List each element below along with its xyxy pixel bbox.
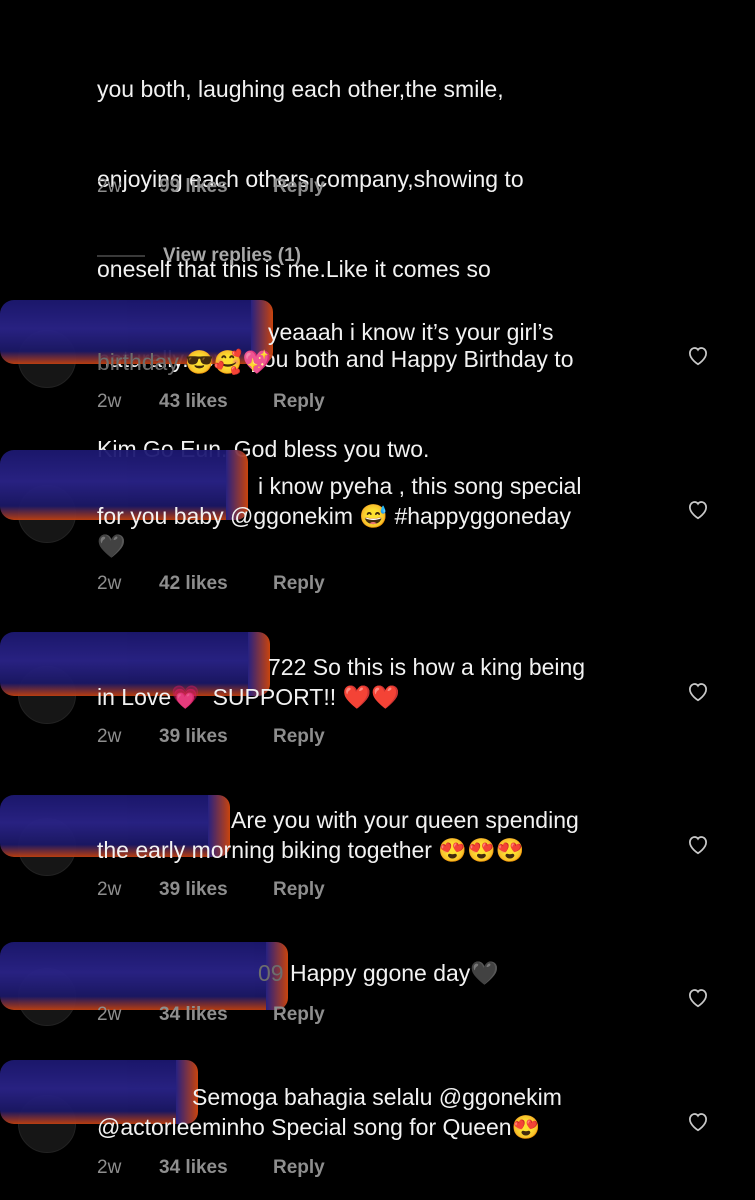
view-replies-button[interactable]: View replies (1) bbox=[97, 245, 301, 267]
comment-5-meta: 2w 39 likes Reply bbox=[97, 879, 325, 901]
likes-count[interactable]: 34 likes bbox=[159, 1157, 273, 1179]
comment-4-meta: 2w 39 likes Reply bbox=[97, 726, 325, 748]
heart-outline-icon[interactable] bbox=[685, 984, 711, 1010]
likes-count[interactable]: 34 likes bbox=[159, 1004, 273, 1026]
reply-button[interactable]: Reply bbox=[273, 391, 325, 413]
comment-7-text-line-1: Semoga bahagia selalu @ggonekim bbox=[192, 1084, 562, 1110]
comment-3-meta: 2w 42 likes Reply bbox=[97, 573, 325, 595]
comment-5-text-line-1: Are you with your queen spending bbox=[231, 807, 579, 833]
comment-time: 2w bbox=[97, 879, 122, 900]
reply-button[interactable]: Reply bbox=[273, 573, 325, 595]
heart-outline-icon[interactable] bbox=[685, 831, 711, 857]
comment-6-text-line-1: 09 Happy ggone day🖤 bbox=[258, 958, 655, 988]
comment-time: 2w bbox=[97, 1157, 122, 1178]
view-replies-label: View replies (1) bbox=[163, 245, 301, 266]
comment-3-text-line-3: 🖤 bbox=[97, 533, 126, 559]
comment-5-text-line-2: the early morning biking together 😍😍😍 bbox=[97, 837, 525, 863]
comment-1-line-1: you both, laughing each other,the smile, bbox=[97, 76, 504, 102]
comment-3-text-line-2: for you baby @ggonekim 😅 #happyggoneday bbox=[97, 503, 571, 529]
comment-2-text-line-1: yeaaah i know it’s your girl’s bbox=[268, 319, 554, 345]
reply-button[interactable]: Reply bbox=[273, 726, 325, 748]
comment-2-text-line-2: birthday 😎🥰💖 bbox=[97, 349, 272, 375]
reply-button[interactable]: Reply bbox=[273, 1157, 325, 1179]
comment-time: 2w bbox=[97, 726, 122, 747]
likes-count[interactable]: 42 likes bbox=[159, 573, 273, 595]
comment-2-meta: 2w 43 likes Reply bbox=[97, 391, 325, 413]
username-fragment: 722 bbox=[268, 654, 307, 680]
heart-outline-icon[interactable] bbox=[685, 1108, 711, 1134]
reply-button[interactable]: Reply bbox=[273, 879, 325, 901]
reply-button[interactable]: Reply bbox=[273, 176, 325, 198]
comment-4-text-line-2: in Love💗 SUPPORT!! ❤️❤️ bbox=[97, 684, 400, 710]
comment-4-body: So this is how a king being bbox=[312, 654, 586, 680]
comment-7-text-line-2: @actorleeminho Special song for Queen😍 bbox=[97, 1114, 541, 1140]
comment-1-meta: 2w 99 likes Reply bbox=[97, 176, 325, 198]
comment-6-body: Happy ggone day🖤 bbox=[289, 960, 499, 986]
comment-6-meta: 2w 34 likes Reply bbox=[97, 1004, 325, 1026]
comment-time: 2w bbox=[97, 176, 122, 197]
heart-outline-icon[interactable] bbox=[685, 678, 711, 704]
likes-count[interactable]: 39 likes bbox=[159, 726, 273, 748]
reply-button[interactable]: Reply bbox=[273, 1004, 325, 1026]
comment-time: 2w bbox=[97, 1004, 122, 1025]
comment-4-text-line-1: 722 So this is how a king being bbox=[268, 652, 655, 682]
comment-7-meta: 2w 34 likes Reply bbox=[97, 1157, 325, 1179]
replies-divider bbox=[97, 255, 145, 257]
comment-3-text-line-1: i know pyeha , this song special bbox=[258, 473, 582, 499]
heart-outline-icon[interactable] bbox=[685, 342, 711, 368]
username-fragment: 09 bbox=[258, 960, 284, 986]
likes-count[interactable]: 43 likes bbox=[159, 391, 273, 413]
redaction-mark bbox=[0, 942, 288, 1010]
comment-time: 2w bbox=[97, 391, 122, 412]
likes-count[interactable]: 39 likes bbox=[159, 879, 273, 901]
comment-time: 2w bbox=[97, 573, 122, 594]
likes-count[interactable]: 99 likes bbox=[159, 176, 273, 198]
heart-outline-icon[interactable] bbox=[685, 496, 711, 522]
